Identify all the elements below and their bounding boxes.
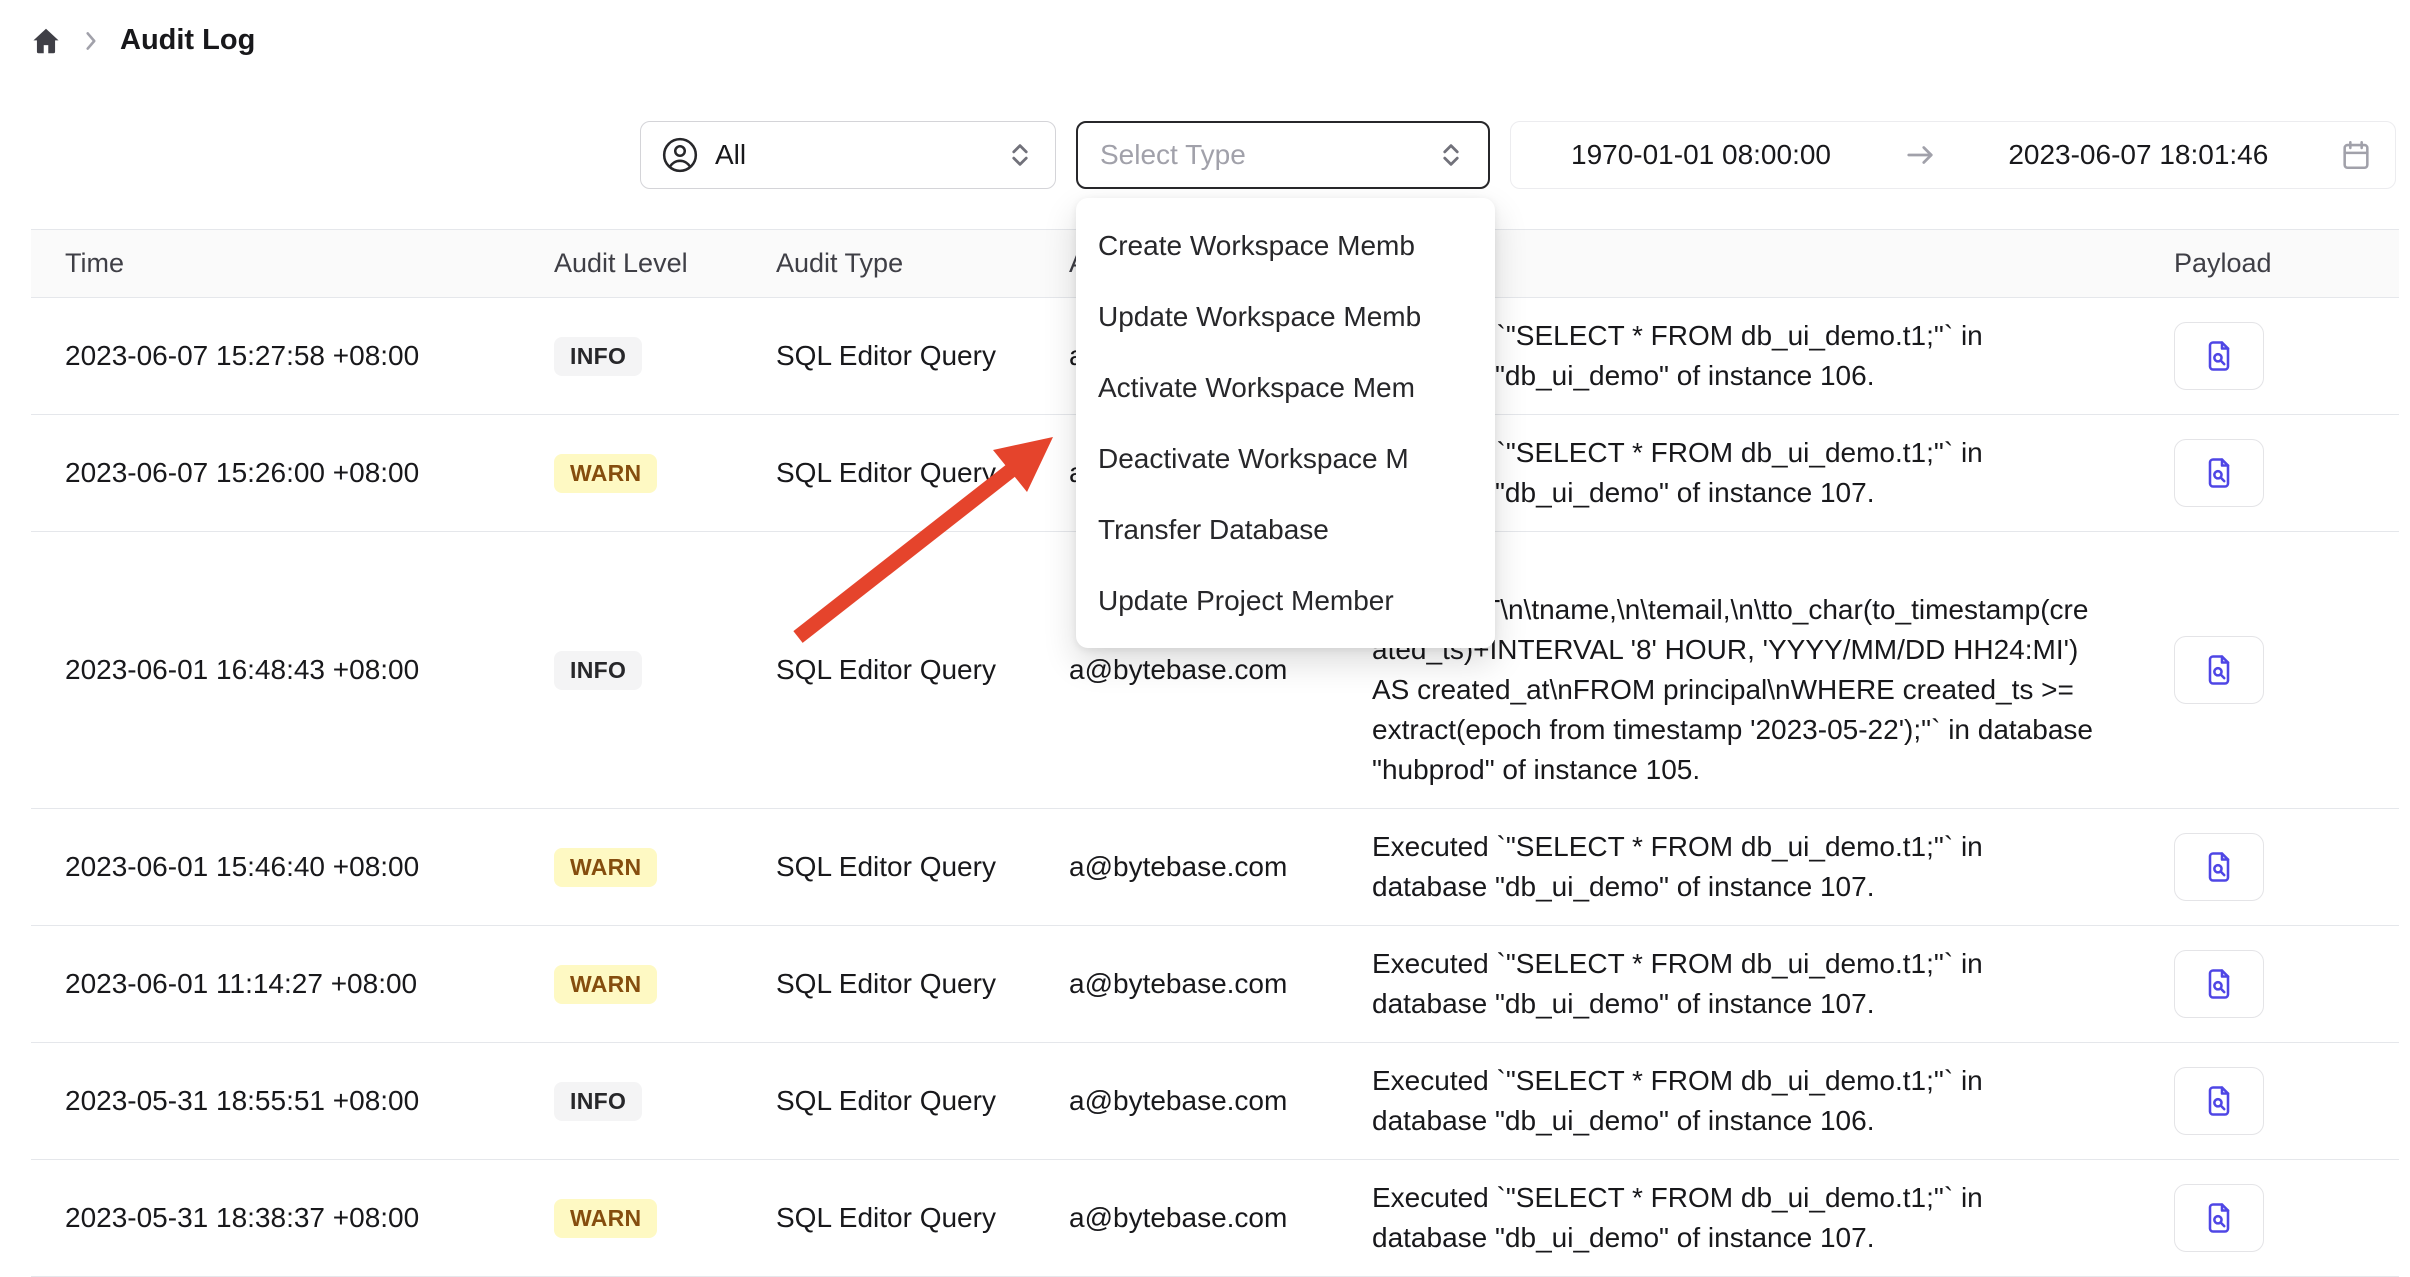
time-cell: 2023-06-01 16:48:43 +08:00: [65, 654, 554, 686]
actor-filter-select[interactable]: All: [640, 121, 1056, 189]
date-range-start: 1970-01-01 08:00:00: [1571, 139, 1831, 171]
comment-cell: Executed `"SELECT * FROM db_ui_demo.t1;"…: [1372, 926, 2102, 1042]
breadcrumb: Audit Log: [30, 24, 255, 57]
payload-button[interactable]: [2174, 439, 2264, 507]
arrow-right-icon: [1902, 137, 1938, 173]
type-option-label: Update Workspace Memb: [1098, 301, 1421, 333]
header-payload: Payload: [2102, 248, 2399, 279]
actor-cell: a@bytebase.com: [1069, 851, 1372, 883]
date-range-end: 2023-06-07 18:01:46: [2008, 139, 2268, 171]
person-circle-icon: [661, 136, 699, 174]
type-option-label: Create Workspace Memb: [1098, 230, 1415, 262]
audit-type-cell: SQL Editor Query: [776, 851, 1069, 883]
time-cell: 2023-06-01 11:14:27 +08:00: [65, 968, 554, 1000]
audit-type-cell: SQL Editor Query: [776, 457, 1069, 489]
audit-level-badge: WARN: [554, 965, 657, 1004]
type-option[interactable]: Create Workspace Memb: [1076, 210, 1495, 281]
comment-cell: Executed `"SELECT * FROM db_ui_demo.t1;"…: [1372, 1043, 2102, 1159]
type-option-label: Transfer Database: [1098, 514, 1329, 546]
table-row: 2023-05-31 18:38:37 +08:00 WARN SQL Edit…: [31, 1160, 2399, 1277]
type-dropdown: Create Workspace Memb Update Workspace M…: [1076, 198, 1495, 648]
payload-button[interactable]: [2174, 322, 2264, 390]
actor-cell: a@bytebase.com: [1069, 654, 1372, 686]
table-row: 2023-06-01 11:14:27 +08:00 WARN SQL Edit…: [31, 926, 2399, 1043]
type-option-label: Activate Workspace Mem: [1098, 372, 1415, 404]
audit-type-cell: SQL Editor Query: [776, 968, 1069, 1000]
audit-type-cell: SQL Editor Query: [776, 340, 1069, 372]
comment-cell: Executed `"SELECT * FROM db_ui_demo.t1;"…: [1372, 809, 2102, 925]
time-cell: 2023-05-31 18:55:51 +08:00: [65, 1085, 554, 1117]
audit-level-badge: WARN: [554, 848, 657, 887]
page-title: Audit Log: [120, 24, 255, 57]
payload-button[interactable]: [2174, 833, 2264, 901]
payload-file-icon: [2201, 1083, 2237, 1119]
type-option-label: Deactivate Workspace M: [1098, 443, 1409, 475]
table-row: 2023-05-31 18:55:51 +08:00 INFO SQL Edit…: [31, 1043, 2399, 1160]
payload-file-icon: [2201, 849, 2237, 885]
date-range-picker[interactable]: 1970-01-01 08:00:00 2023-06-07 18:01:46: [1510, 121, 2396, 189]
selector-icon: [1005, 140, 1035, 170]
table-row: 2023-06-01 15:46:40 +08:00 WARN SQL Edit…: [31, 809, 2399, 926]
header-type: Audit Type: [776, 248, 1069, 279]
audit-level-badge: WARN: [554, 454, 657, 493]
home-icon[interactable]: [30, 25, 62, 57]
actor-cell: a@bytebase.com: [1069, 1085, 1372, 1117]
time-cell: 2023-05-31 18:38:37 +08:00: [65, 1202, 554, 1234]
header-level: Audit Level: [554, 248, 776, 279]
type-option[interactable]: Update Project Member: [1076, 565, 1495, 636]
payload-file-icon: [2201, 338, 2237, 374]
audit-level-badge: INFO: [554, 651, 642, 690]
chevron-right-icon: [78, 28, 104, 54]
header-time: Time: [65, 248, 554, 279]
audit-level-badge: WARN: [554, 1199, 657, 1238]
actor-filter-value: All: [715, 139, 746, 171]
payload-file-icon: [2201, 652, 2237, 688]
payload-file-icon: [2201, 455, 2237, 491]
selector-icon: [1436, 140, 1466, 170]
time-cell: 2023-06-07 15:26:00 +08:00: [65, 457, 554, 489]
time-cell: 2023-06-01 15:46:40 +08:00: [65, 851, 554, 883]
type-option[interactable]: Activate Workspace Mem: [1076, 352, 1495, 423]
payload-button[interactable]: [2174, 1067, 2264, 1135]
comment-cell: Executed `"SELECT * FROM db_ui_demo.t1;"…: [1372, 1160, 2102, 1276]
type-option[interactable]: Transfer Database: [1076, 494, 1495, 565]
payload-file-icon: [2201, 966, 2237, 1002]
audit-level-badge: INFO: [554, 337, 642, 376]
audit-type-cell: SQL Editor Query: [776, 1202, 1069, 1234]
type-filter-select[interactable]: Select Type: [1076, 121, 1490, 189]
payload-file-icon: [2201, 1200, 2237, 1236]
type-filter-placeholder: Select Type: [1100, 139, 1246, 171]
audit-level-badge: INFO: [554, 1082, 642, 1121]
calendar-icon[interactable]: [2339, 138, 2373, 172]
payload-button[interactable]: [2174, 950, 2264, 1018]
payload-button[interactable]: [2174, 636, 2264, 704]
type-option[interactable]: Deactivate Workspace M: [1076, 423, 1495, 494]
actor-cell: a@bytebase.com: [1069, 968, 1372, 1000]
payload-button[interactable]: [2174, 1184, 2264, 1252]
audit-type-cell: SQL Editor Query: [776, 1085, 1069, 1117]
type-option[interactable]: Update Workspace Memb: [1076, 281, 1495, 352]
actor-cell: a@bytebase.com: [1069, 1202, 1372, 1234]
audit-type-cell: SQL Editor Query: [776, 654, 1069, 686]
time-cell: 2023-06-07 15:27:58 +08:00: [65, 340, 554, 372]
type-option-label: Update Project Member: [1098, 585, 1394, 617]
